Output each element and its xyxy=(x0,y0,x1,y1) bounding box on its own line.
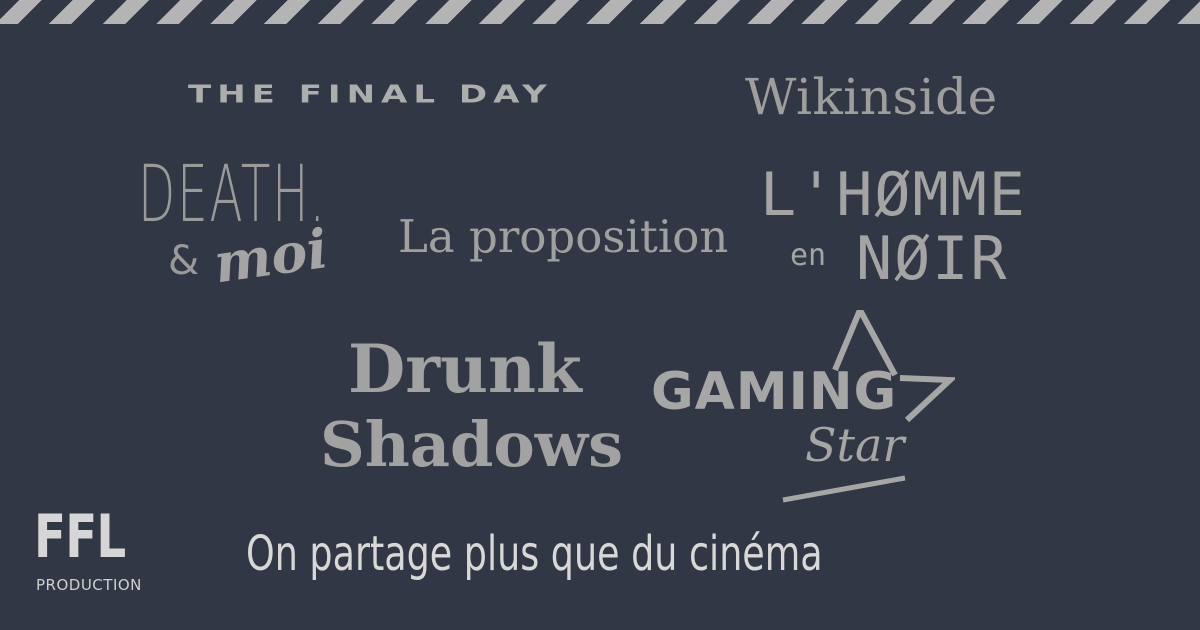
logo-gaming-star: GAMING Star xyxy=(645,310,955,510)
logo-shadows-word: Shadows xyxy=(320,408,624,481)
logo-death-ampersand: & xyxy=(168,238,200,284)
tagline: On partage plus que du cinéma xyxy=(246,526,823,582)
brand-subtitle: PRODUCTION xyxy=(36,576,142,594)
brand-logo-ffl: FFL PRODUCTION xyxy=(34,502,144,602)
logo-drunk-shadows: Drunk Shadows xyxy=(320,330,623,500)
brand-name: FFL xyxy=(34,502,126,572)
top-stripe-border xyxy=(0,0,1200,24)
logo-death-et-moi: DEATH. & moi xyxy=(128,150,348,310)
logo-la-proposition: La proposition xyxy=(398,210,729,263)
logo-homme-en-noir: L'HØMME en NØIR xyxy=(760,160,1060,300)
logo-homme-en: en xyxy=(790,238,827,273)
logo-wikinside: Wikinside xyxy=(745,68,998,126)
logo-drunk-word: Drunk xyxy=(348,330,582,408)
logo-homme-title: L'HØMME xyxy=(760,160,1027,230)
logo-gaming-word: GAMING xyxy=(651,362,898,422)
logo-the-final-day: THE FINAL DAY xyxy=(188,80,553,109)
logo-star-word: Star xyxy=(805,418,905,472)
logo-homme-noir: NØIR xyxy=(856,224,1009,294)
